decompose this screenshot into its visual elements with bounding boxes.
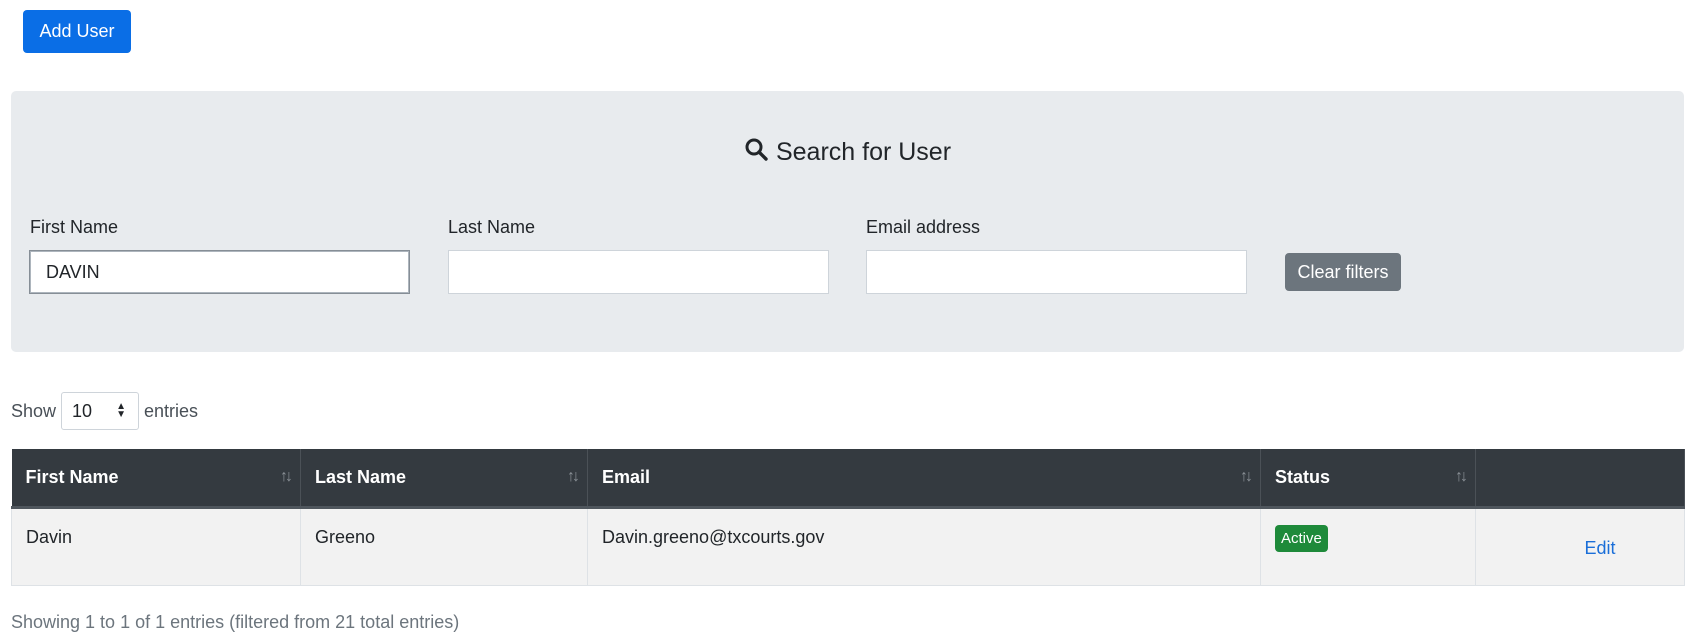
cell-first-name: Davin [11,506,301,586]
cell-last-name: Greeno [300,506,588,586]
column-header-first-name[interactable]: First Name ↑↓ [11,449,301,509]
edit-link[interactable]: Edit [1490,538,1670,559]
add-user-button[interactable]: Add User [23,10,131,53]
column-header-email[interactable]: Email ↑↓ [587,449,1261,509]
first-name-input[interactable] [29,250,410,294]
users-table: First Name ↑↓ Last Name ↑↓ Email ↑↓ Status ↑… [11,449,1685,586]
entries-label: entries [144,400,199,421]
page-length-value: 10 [72,400,93,421]
email-input[interactable] [866,250,1247,294]
search-icon [744,137,768,168]
sort-icon: ↑↓ [1240,468,1253,486]
sort-icon: ↑↓ [567,468,580,486]
page-length-control: Show 10 ▲ ▼ entries [11,392,198,430]
sort-icon: ↑↓ [1455,468,1468,486]
column-header-last-name[interactable]: Last Name ↑↓ [300,449,588,509]
first-name-label: First Name [30,217,119,237]
cell-status: Active [1260,506,1476,586]
status-badge: Active [1275,524,1328,552]
cell-actions: Edit [1475,506,1685,586]
table-row: Davin Greeno Davin.greeno@txcourts.gov A… [11,506,1685,586]
column-header-status[interactable]: Status ↑↓ [1260,449,1476,509]
column-header-actions [1475,449,1685,509]
table-header-row: First Name ↑↓ Last Name ↑↓ Email ↑↓ Status ↑… [11,449,1685,509]
search-title-text: Search for User [775,138,952,166]
cell-email: Davin.greeno@txcourts.gov [587,506,1261,586]
select-arrows-icon: ▲ ▼ [116,401,127,420]
show-label: Show [11,400,57,421]
email-label: Email address [866,217,981,237]
table-info: Showing 1 to 1 of 1 entries (filtered fr… [11,612,460,632]
clear-filters-button[interactable]: Clear filters [1285,253,1401,291]
user-management-page: Add User Search for User First Name Last… [0,0,1695,643]
last-name-input[interactable] [448,250,829,294]
page-length-select[interactable]: 10 ▲ ▼ [61,392,140,430]
sort-icon: ↑↓ [280,468,293,486]
search-title: Search for User [11,137,1684,168]
search-panel: Search for User First Name Last Name Ema… [11,91,1684,352]
last-name-label: Last Name [448,217,536,237]
